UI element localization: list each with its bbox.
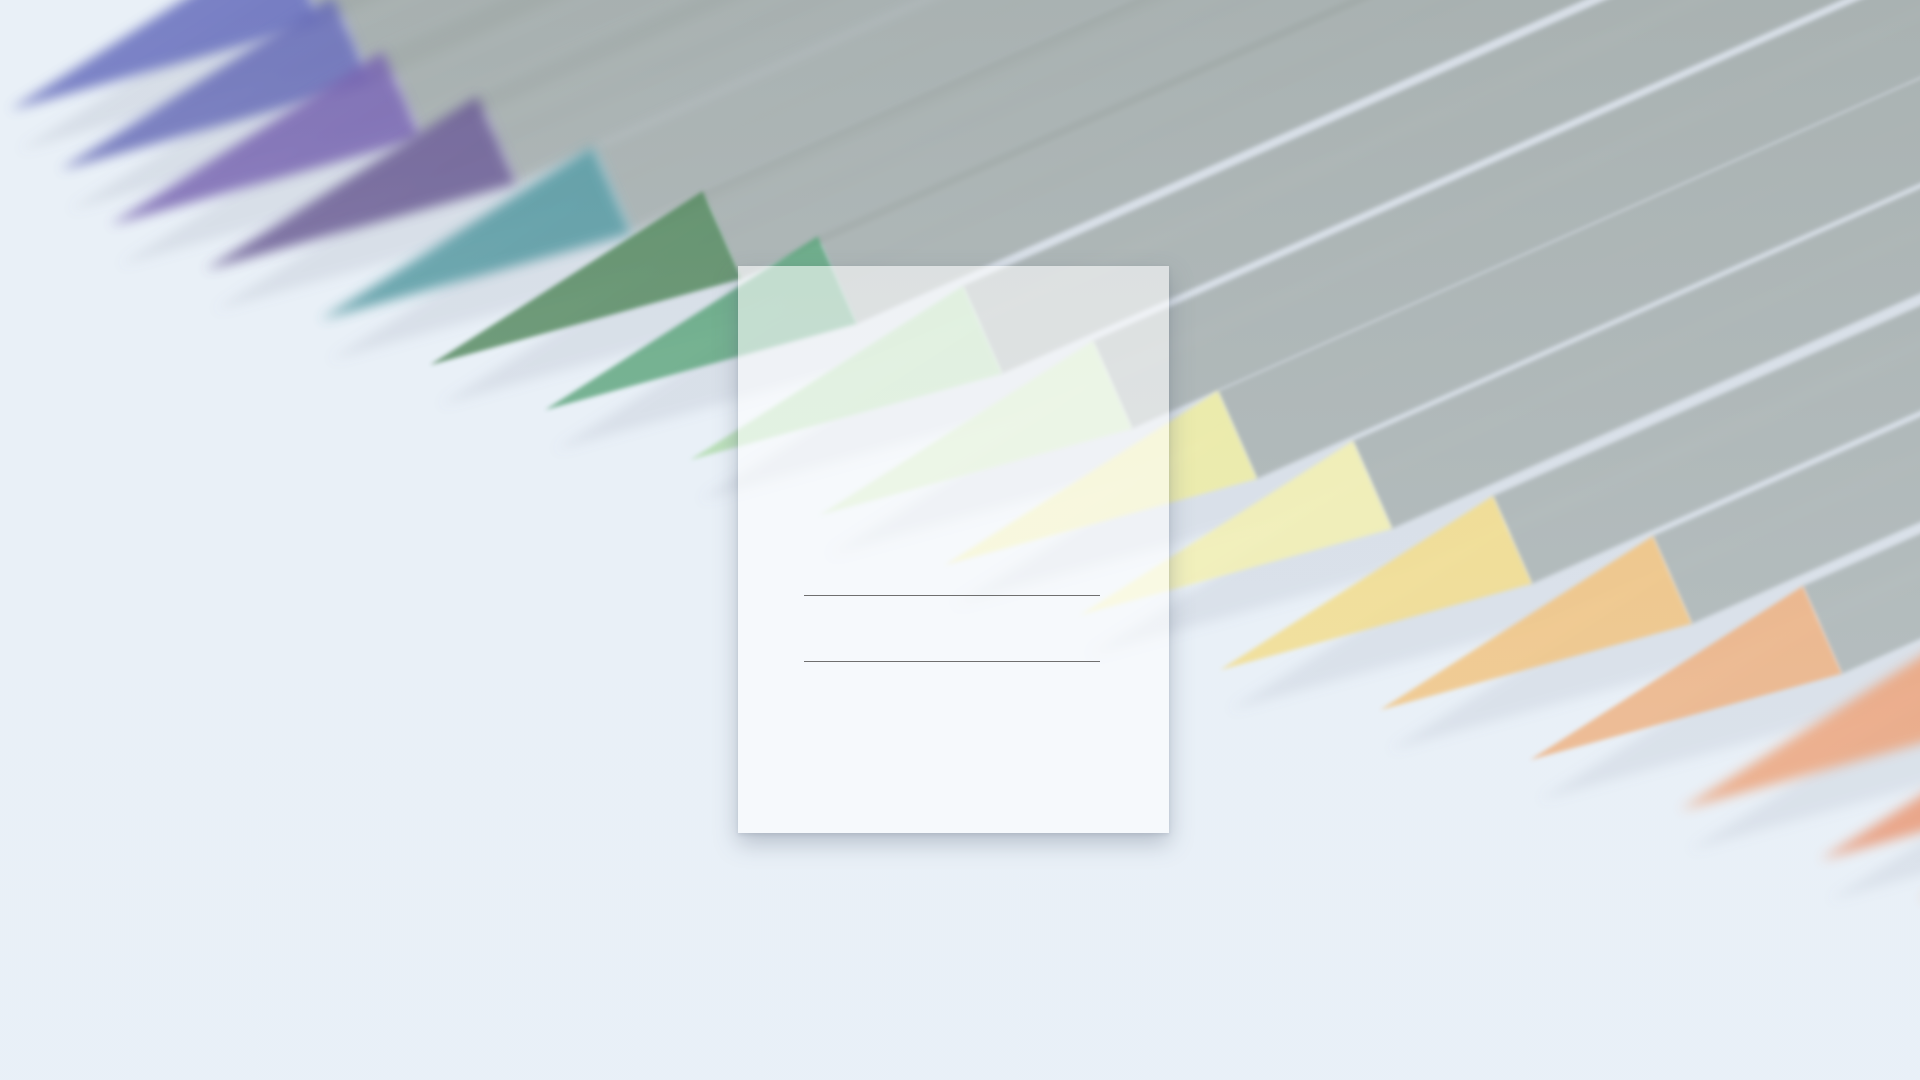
title-card (738, 266, 1169, 833)
subtitle-underline (804, 661, 1100, 662)
title-underline (804, 595, 1100, 596)
